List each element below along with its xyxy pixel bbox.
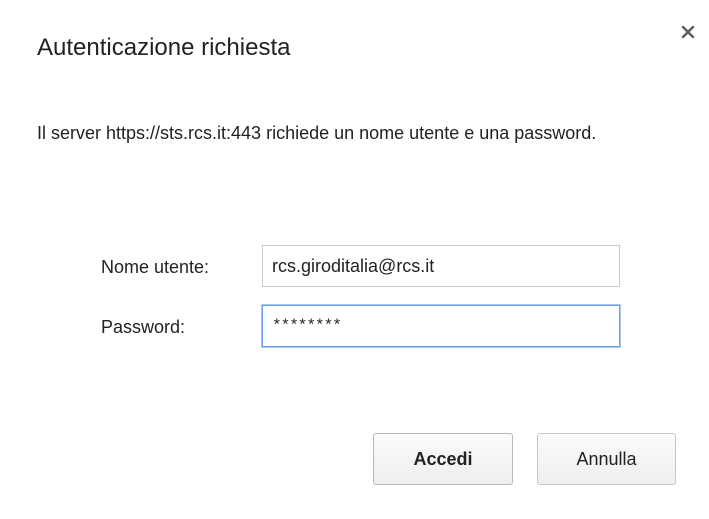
dialog-message: Il server https://sts.rcs.it:443 richied… [37, 123, 597, 143]
username-field[interactable] [262, 245, 620, 287]
password-label: Password: [101, 317, 186, 337]
username-label: Nome utente: [101, 257, 210, 277]
dialog-title: Autenticazione richiesta [37, 34, 291, 61]
close-icon [681, 25, 695, 39]
auth-dialog: Autenticazione richiesta Il server https… [0, 0, 709, 519]
password-field[interactable] [262, 305, 620, 347]
close-button[interactable] [676, 20, 700, 44]
cancel-button[interactable]: Annulla [537, 433, 676, 485]
login-button[interactable]: Accedi [373, 433, 513, 485]
